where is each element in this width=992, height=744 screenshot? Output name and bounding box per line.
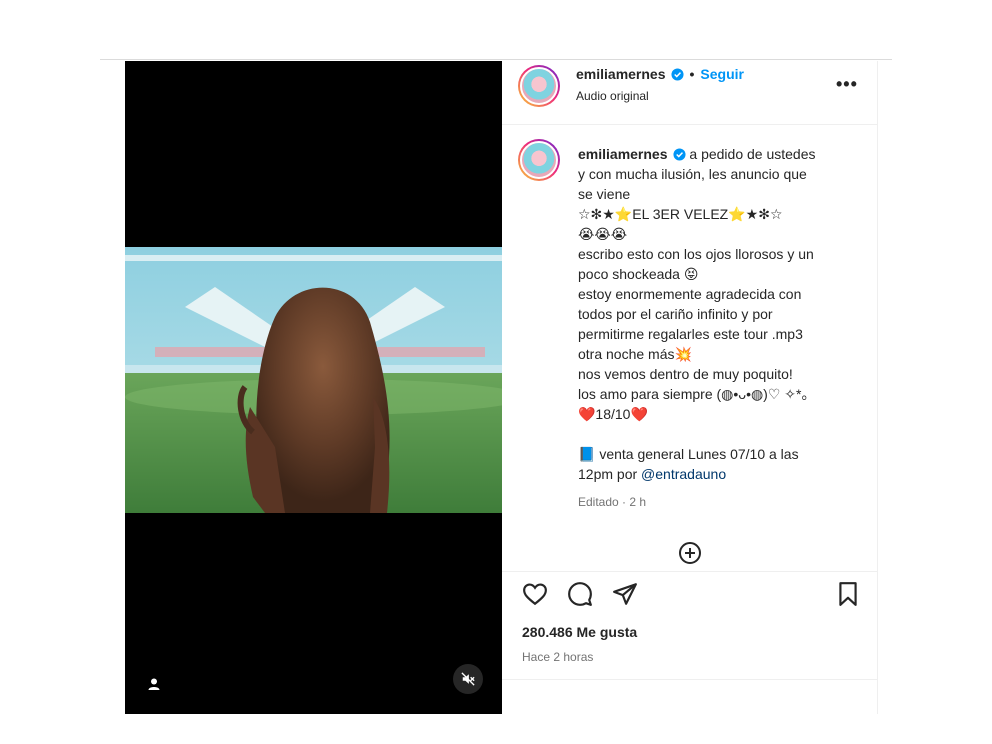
video-player[interactable] xyxy=(125,61,502,714)
caption-line: los amo para siempre (◍•ᴗ•◍)♡ ✧*。 xyxy=(578,386,816,402)
caption-username[interactable]: emiliamernes xyxy=(578,146,668,162)
caption-line: a pedido de ustedes xyxy=(685,146,816,162)
header-user-row: emiliamernes • Seguir xyxy=(576,66,744,82)
follow-button[interactable]: Seguir xyxy=(700,66,744,82)
username-link[interactable]: emiliamernes xyxy=(576,66,666,82)
paper-plane-icon[interactable] xyxy=(612,581,638,607)
caption-line: y con mucha ilusión, les anuncio que xyxy=(578,166,807,182)
avatar[interactable] xyxy=(518,65,560,107)
user-tag-icon[interactable] xyxy=(147,677,161,691)
caption-line: nos vemos dentro de muy poquito! xyxy=(578,366,793,382)
caption-line: poco shockeada 😝 xyxy=(578,266,699,282)
post-header: emiliamernes • Seguir Audio original ••• xyxy=(502,61,878,125)
caption-line: otra noche más💥 xyxy=(578,346,692,362)
muted-speaker-icon xyxy=(461,672,475,686)
caption-line: todos por el cariño infinito y por xyxy=(578,306,773,322)
top-divider xyxy=(100,59,892,60)
caption-line: escribo esto con los ojos llorosos y un xyxy=(578,246,814,262)
comment-icon[interactable] xyxy=(567,581,593,607)
separator-dot: • xyxy=(689,66,695,82)
caption-line: ❤️18/10❤️ xyxy=(578,406,648,422)
edited-timestamp: Editado · 2 h xyxy=(578,495,647,509)
caption-text: emiliamernes a pedido de ustedes y con m… xyxy=(578,144,868,484)
divider xyxy=(502,571,878,572)
caption-line: permitirme regalarles este tour .mp3 xyxy=(578,326,803,342)
mute-toggle-button[interactable] xyxy=(453,664,483,694)
bookmark-icon[interactable] xyxy=(835,581,861,607)
heart-icon[interactable] xyxy=(522,581,548,607)
caption-line: 😭😭😭 xyxy=(578,226,628,242)
divider xyxy=(502,679,878,680)
likes-count[interactable]: 280.486 Me gusta xyxy=(522,624,637,640)
mention-link[interactable]: @entradauno xyxy=(641,466,726,482)
plus-circle-icon[interactable] xyxy=(678,541,702,565)
caption-line: 📘 venta general Lunes 07/10 a las xyxy=(578,446,799,462)
caption-line: se viene xyxy=(578,186,631,202)
verified-badge-icon xyxy=(670,67,684,81)
more-options-icon[interactable]: ••• xyxy=(836,74,858,95)
video-frame[interactable] xyxy=(125,247,502,513)
post-timestamp: Hace 2 horas xyxy=(522,650,594,664)
caption-avatar[interactable] xyxy=(518,139,560,181)
caption-line: estoy enormemente agradecida con xyxy=(578,286,802,302)
verified-badge-icon xyxy=(672,148,686,161)
stadium-image xyxy=(125,247,502,513)
audio-link[interactable]: Audio original xyxy=(576,89,649,103)
caption-line xyxy=(578,424,868,444)
caption-line: ☆✻★⭐EL 3ER VELEZ⭐★✻☆ xyxy=(578,206,783,222)
caption-line: 12pm por xyxy=(578,466,642,482)
post-panel: emiliamernes • Seguir Audio original •••… xyxy=(502,61,878,714)
